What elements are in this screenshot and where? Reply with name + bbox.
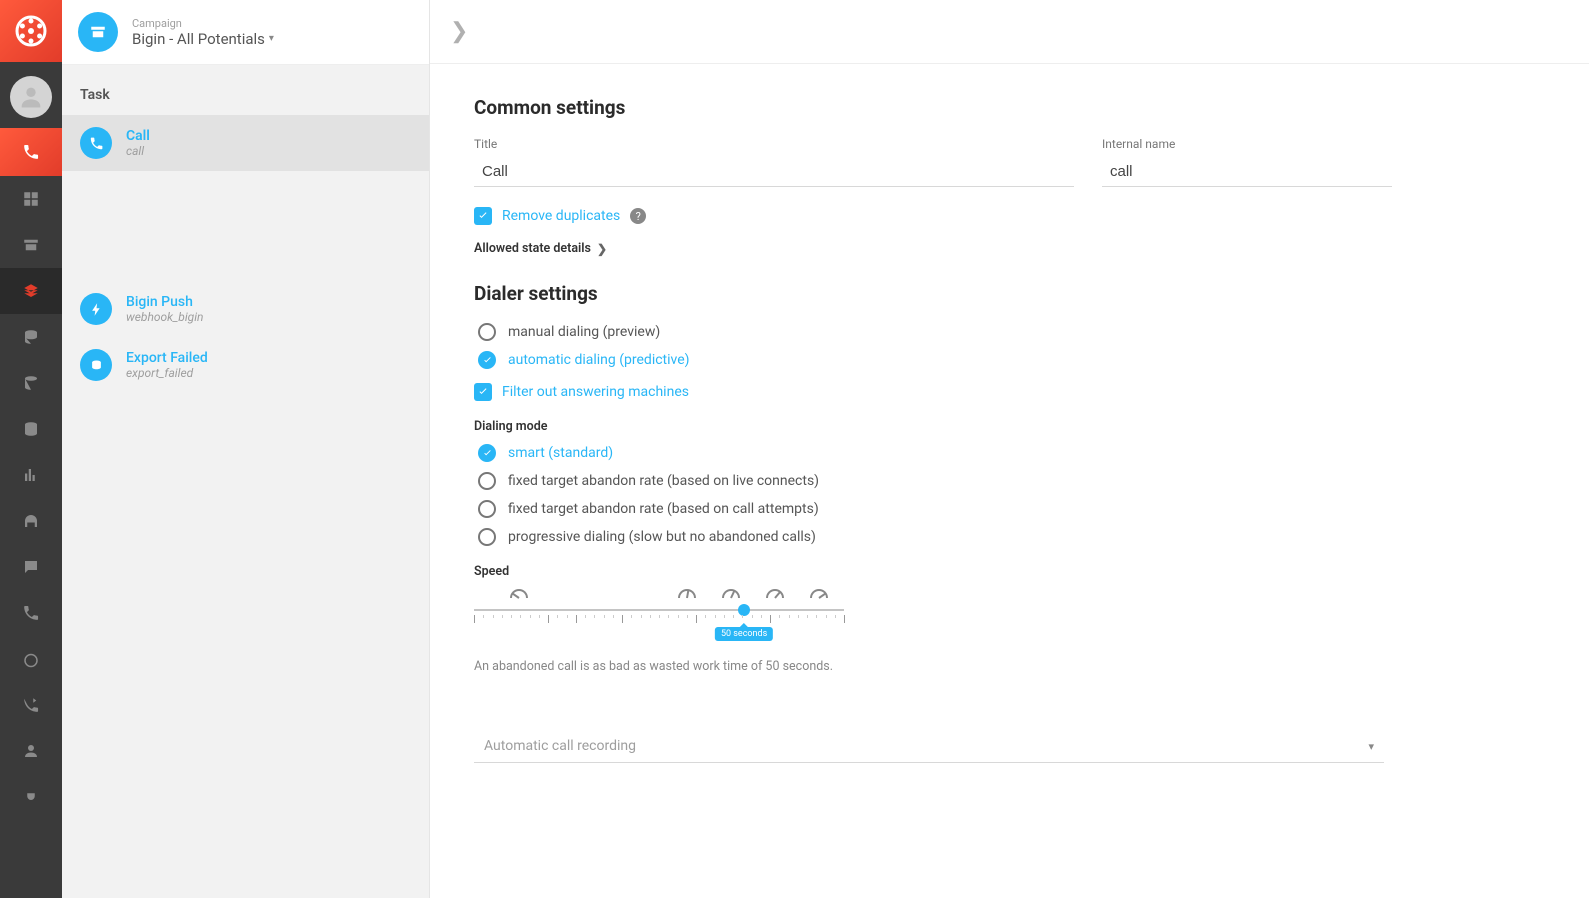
- nav-rail: [0, 0, 62, 898]
- filter-answering-machines-label: Filter out answering machines: [502, 384, 689, 400]
- fixed-attempts-radio[interactable]: [478, 500, 496, 518]
- title-input[interactable]: [474, 157, 1074, 187]
- rail-db-out-icon[interactable]: [0, 360, 62, 406]
- automatic-dialing-label: automatic dialing (predictive): [508, 352, 690, 368]
- task-section-title: Task: [62, 65, 429, 115]
- task-sublabel: webhook_bigin: [126, 310, 203, 324]
- speed-label: Speed: [474, 564, 1545, 579]
- rail-plug-icon[interactable]: [0, 774, 62, 820]
- title-label: Title: [474, 137, 1074, 151]
- task-sublabel: call: [126, 144, 150, 158]
- speed-caption: An abandoned call is as bad as wasted wo…: [474, 659, 1545, 674]
- slider-value-bubble: 50 seconds: [715, 627, 773, 641]
- fixed-live-radio[interactable]: [478, 472, 496, 490]
- campaign-name[interactable]: Bigin - All Potentials▾: [132, 30, 274, 48]
- internal-name-input[interactable]: [1102, 157, 1392, 187]
- chevron-right-icon: ❯: [597, 242, 607, 256]
- rail-chart-icon[interactable]: [0, 452, 62, 498]
- phone-icon: [80, 127, 112, 159]
- rail-user-icon[interactable]: [0, 728, 62, 774]
- rail-timer-icon[interactable]: [0, 636, 62, 682]
- task-label: Bigin Push: [126, 294, 203, 310]
- campaign-label: Campaign: [132, 17, 274, 30]
- rail-archive-icon[interactable]: [0, 222, 62, 268]
- chevron-down-icon: ▾: [1368, 740, 1374, 753]
- smart-mode-label: smart (standard): [508, 445, 613, 461]
- allowed-state-toggle[interactable]: Allowed state details❯: [474, 241, 1545, 256]
- app-logo[interactable]: [0, 0, 62, 62]
- automatic-dialing-radio[interactable]: [478, 351, 496, 369]
- task-item-call[interactable]: Callcall: [62, 115, 429, 171]
- dialer-settings-heading: Dialer settings: [474, 282, 1545, 305]
- recording-placeholder: Automatic call recording: [484, 738, 636, 754]
- task-item-export-failed[interactable]: Export Failedexport_failed: [62, 337, 429, 393]
- rail-message-stats-icon[interactable]: [0, 544, 62, 590]
- task-sublabel: export_failed: [126, 366, 208, 380]
- rail-call-forward-icon[interactable]: [0, 682, 62, 728]
- smart-mode-radio[interactable]: [478, 444, 496, 462]
- rail-headphones-icon[interactable]: [0, 498, 62, 544]
- coins-icon: [80, 349, 112, 381]
- fixed-live-label: fixed target abandon rate (based on live…: [508, 473, 819, 489]
- remove-duplicates-checkbox[interactable]: [474, 207, 492, 225]
- task-label: Call: [126, 128, 150, 144]
- common-settings-heading: Common settings: [474, 96, 1545, 119]
- chevron-down-icon: ▾: [269, 33, 274, 44]
- rail-layers-icon[interactable]: [0, 268, 62, 314]
- manual-dialing-label: manual dialing (preview): [508, 324, 660, 340]
- internal-name-label: Internal name: [1102, 137, 1392, 151]
- chevron-right-icon[interactable]: ❯: [450, 19, 468, 44]
- help-icon[interactable]: ?: [630, 208, 646, 224]
- user-avatar[interactable]: [10, 76, 52, 118]
- phone-icon[interactable]: [0, 128, 62, 176]
- filter-answering-machines-checkbox[interactable]: [474, 383, 492, 401]
- recording-dropdown[interactable]: Automatic call recording ▾: [474, 730, 1384, 763]
- rail-db-in-icon[interactable]: [0, 314, 62, 360]
- rail-dashboard-icon[interactable]: [0, 176, 62, 222]
- rail-call-icon[interactable]: [0, 590, 62, 636]
- progressive-label: progressive dialing (slow but no abandon…: [508, 529, 816, 545]
- rail-database-icon[interactable]: [0, 406, 62, 452]
- campaign-selector[interactable]: Campaign Bigin - All Potentials▾: [62, 0, 429, 65]
- progressive-radio[interactable]: [478, 528, 496, 546]
- main-content: ❯ Common settings Title Internal name Re…: [430, 0, 1589, 898]
- side-panel: Campaign Bigin - All Potentials▾ Task Ca…: [62, 0, 430, 898]
- breadcrumb-bar: ❯: [430, 0, 1589, 64]
- remove-duplicates-label: Remove duplicates: [502, 208, 620, 224]
- dialing-mode-label: Dialing mode: [474, 419, 1545, 434]
- task-item-bigin-push[interactable]: Bigin Pushwebhook_bigin: [62, 281, 429, 337]
- fixed-attempts-label: fixed target abandon rate (based on call…: [508, 501, 819, 517]
- task-label: Export Failed: [126, 350, 208, 366]
- bolt-icon: [80, 293, 112, 325]
- speed-slider[interactable]: 50 seconds: [474, 589, 844, 625]
- archive-icon: [78, 12, 118, 52]
- manual-dialing-radio[interactable]: [478, 323, 496, 341]
